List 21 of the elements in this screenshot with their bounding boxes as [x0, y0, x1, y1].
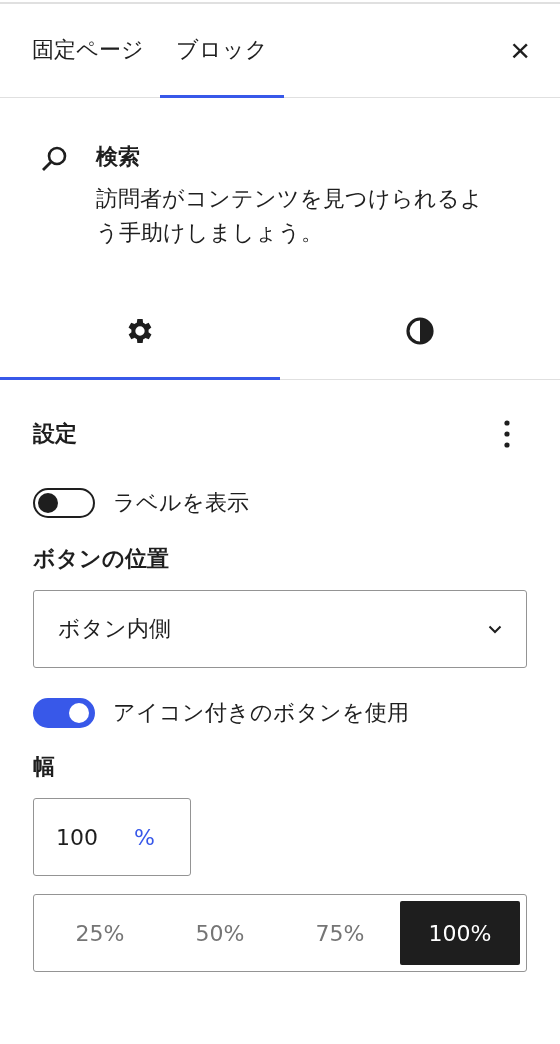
block-title: 検索	[96, 143, 141, 171]
width-input[interactable]: 100 %	[33, 798, 191, 877]
chevron-down-icon	[488, 624, 502, 634]
close-button[interactable]: ×	[506, 31, 534, 70]
select-field[interactable]: ボタン内側	[33, 590, 527, 669]
width-option[interactable]: 100%	[400, 901, 520, 966]
toggle-label: アイコン付きのボタンを使用	[113, 699, 409, 728]
width-option[interactable]: 25%	[40, 901, 160, 966]
sidebar-tab[interactable]: 固定ページ	[16, 4, 160, 98]
block-description: 訪問者がコンテンツを見つけられるよう手助けしましょう。	[96, 185, 484, 248]
width-option[interactable]: 50%	[160, 901, 280, 966]
toggle-switch[interactable]	[33, 488, 95, 519]
toggle-label: ラベルを表示	[113, 489, 249, 518]
toggle-switch[interactable]	[33, 698, 95, 729]
panel-title: 設定	[33, 420, 77, 449]
field-label: 幅	[33, 753, 56, 782]
width-option[interactable]: 75%	[280, 901, 400, 966]
contrast-icon	[404, 314, 436, 347]
field-label: ボタンの位置	[33, 545, 170, 574]
sidebar-tab[interactable]: ブロック	[160, 4, 284, 98]
more-options-icon[interactable]	[503, 419, 511, 450]
